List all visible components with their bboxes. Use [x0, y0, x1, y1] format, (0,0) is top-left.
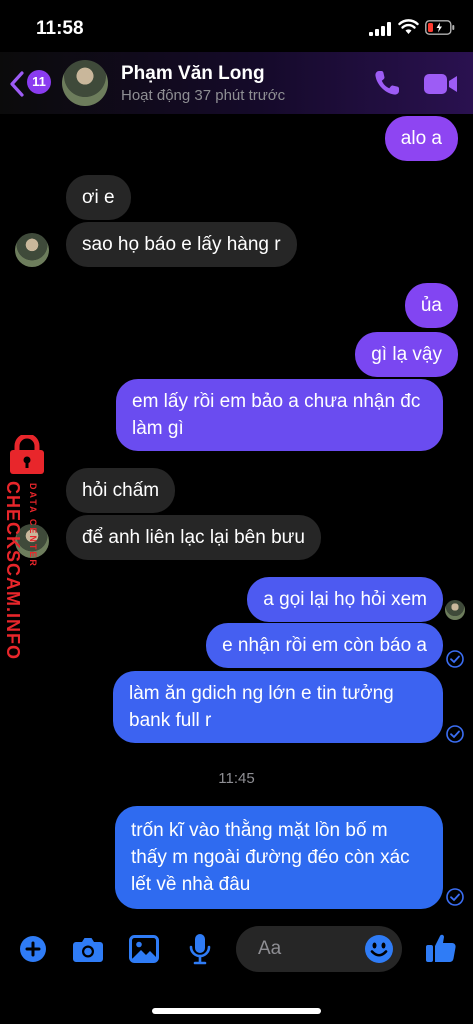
padlock-icon: [10, 435, 44, 474]
message-outgoing[interactable]: e nhận rồi em còn báo a: [206, 623, 443, 668]
unread-count-badge: 11: [27, 70, 51, 94]
sender-avatar: [15, 233, 49, 267]
status-bar: 11:58: [0, 0, 473, 52]
message-outgoing[interactable]: làm ăn gdich ng lớn e tin tưởng bank ful…: [113, 671, 443, 743]
checkscam-watermark: CHECKSCAM.INFO DATA CENTER: [0, 435, 56, 675]
phone-icon[interactable]: [372, 68, 402, 98]
back-chevron-icon: [10, 71, 24, 97]
wifi-icon: [398, 19, 419, 34]
seen-check-icon: [446, 650, 464, 668]
svg-text:DATA CENTER: DATA CENTER: [28, 483, 38, 568]
seen-check-icon: [446, 725, 464, 743]
message-incoming[interactable]: sao họ báo e lấy hàng r: [66, 222, 297, 267]
chat-header: 11 Phạm Văn Long Hoạt động 37 phút trước: [0, 52, 473, 114]
battery-low-icon: [425, 20, 455, 35]
image-icon[interactable]: [129, 935, 159, 963]
message-incoming[interactable]: hỏi chấm: [66, 468, 176, 513]
message-outgoing[interactable]: alo a: [384, 116, 458, 161]
message-input[interactable]: Aa: [236, 926, 402, 972]
plus-icon[interactable]: [19, 935, 47, 963]
message-input-placeholder: Aa: [258, 938, 282, 959]
message-outgoing[interactable]: trốn kĩ vào thằng mặt lồn bố m thấy m ng…: [115, 806, 443, 909]
contact-avatar[interactable]: [62, 60, 108, 106]
message-timestamp: 11:45: [218, 770, 255, 787]
contact-name[interactable]: Phạm Văn Long: [121, 63, 265, 85]
message-outgoing[interactable]: ủa: [404, 283, 458, 328]
microphone-icon[interactable]: [189, 933, 211, 965]
cellular-signal-icon: [369, 22, 391, 36]
camera-icon[interactable]: [72, 935, 104, 963]
composer-toolbar: Aa: [0, 918, 473, 988]
thumbs-up-icon[interactable]: [425, 932, 457, 964]
status-time: 11:58: [36, 18, 84, 39]
svg-text:CHECKSCAM.INFO: CHECKSCAM.INFO: [3, 481, 23, 660]
video-camera-icon[interactable]: [423, 71, 459, 97]
activity-status: Hoạt động 37 phút trước: [121, 87, 286, 104]
message-outgoing[interactable]: a gọi lại họ hỏi xem: [247, 577, 443, 622]
message-outgoing[interactable]: em lấy rồi em bảo a chưa nhận đc làm gì: [116, 379, 443, 451]
seen-avatar: [445, 600, 465, 620]
message-outgoing[interactable]: gì lạ vậy: [355, 332, 458, 377]
message-incoming[interactable]: để anh liên lạc lại bên bưu: [66, 515, 321, 560]
home-indicator: [152, 1008, 321, 1014]
back-button[interactable]: 11: [10, 70, 51, 98]
seen-check-icon: [446, 888, 464, 906]
watermark-text: CHECKSCAM.INFO DATA CENTER: [3, 481, 38, 660]
message-incoming[interactable]: ơi e: [66, 175, 131, 220]
emoji-icon[interactable]: [364, 934, 394, 964]
